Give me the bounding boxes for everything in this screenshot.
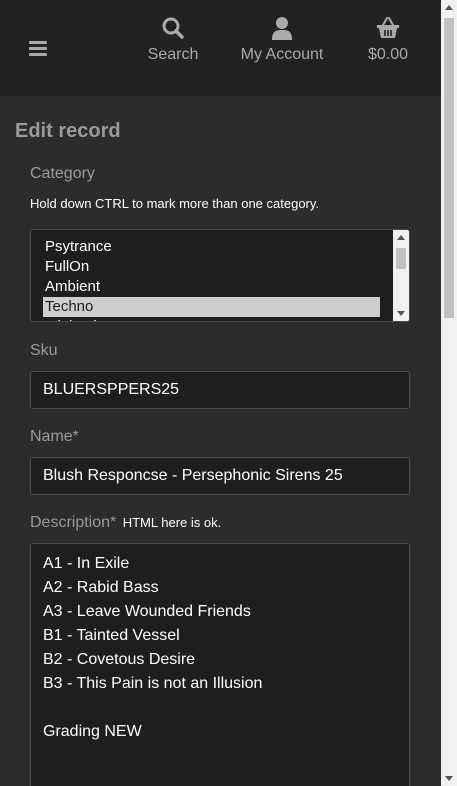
- scroll-down-arrow-icon[interactable]: [445, 776, 453, 781]
- sku-label: Sku: [30, 342, 58, 359]
- scroll-down-arrow-icon[interactable]: [397, 311, 405, 316]
- user-icon: [272, 17, 292, 40]
- category-select-scrollbar[interactable]: [393, 230, 409, 321]
- page-scrollbar[interactable]: [441, 0, 457, 786]
- name-label: Name*: [30, 428, 79, 445]
- my-account-nav-button[interactable]: My Account: [237, 16, 327, 64]
- description-label: Description*: [30, 514, 117, 531]
- page-title: Edit record: [15, 120, 121, 142]
- category-label: Category: [30, 165, 95, 182]
- hamburger-menu-icon[interactable]: [29, 41, 47, 56]
- scroll-up-arrow-icon[interactable]: [397, 235, 405, 240]
- description-line: A3 - Leave Wounded Friends: [43, 603, 251, 620]
- category-option[interactable]: Psytrance: [31, 237, 381, 257]
- description-label-row: Description* HTML here is ok.: [30, 514, 221, 532]
- category-option[interactable]: Ambient: [31, 277, 381, 297]
- scroll-up-arrow-icon[interactable]: [445, 5, 453, 10]
- name-input[interactable]: Blush Responcse - Persephonic Sirens 25: [30, 457, 410, 495]
- description-note: HTML here is ok.: [122, 515, 222, 530]
- page: Search My Account $0.00 Edit record Cate…: [0, 0, 441, 786]
- description-line: [43, 696, 397, 720]
- sku-input[interactable]: BLUERSPPERS25: [30, 371, 410, 409]
- description-line: A1 - In Exile: [43, 555, 130, 572]
- top-nav-bar: Search My Account $0.00: [0, 0, 441, 96]
- description-line: Grading NEW: [43, 723, 142, 740]
- search-label: Search: [147, 46, 199, 63]
- category-multiselect[interactable]: PsytranceFullOnAmbientTechnoMinimal: [30, 229, 410, 322]
- category-options: PsytranceFullOnAmbientTechnoMinimal: [31, 237, 393, 321]
- category-option[interactable]: FullOn: [31, 257, 381, 277]
- basket-icon: [377, 17, 399, 38]
- cart-nav-button[interactable]: $0.00: [364, 16, 412, 64]
- description-textarea[interactable]: A1 - In Exile A2 - Rabid Bass A3 - Leave W…: [30, 543, 410, 786]
- category-option[interactable]: Minimal: [31, 317, 381, 321]
- scroll-thumb[interactable]: [396, 248, 406, 269]
- category-help-text: Hold down CTRL to mark more than one cat…: [30, 196, 320, 211]
- search-icon: [162, 17, 184, 39]
- description-line: B3 - This Pain is not an Illusion: [43, 675, 263, 692]
- category-option[interactable]: Techno: [43, 297, 380, 317]
- search-nav-button[interactable]: Search: [146, 16, 200, 64]
- description-line: B2 - Covetous Desire: [43, 651, 196, 668]
- description-line: A2 - Rabid Bass: [43, 579, 159, 596]
- my-account-label: My Account: [240, 46, 324, 63]
- page-scroll-thumb[interactable]: [444, 18, 454, 318]
- cart-total: $0.00: [367, 46, 409, 63]
- description-line: B1 - Tainted Vessel: [43, 627, 180, 644]
